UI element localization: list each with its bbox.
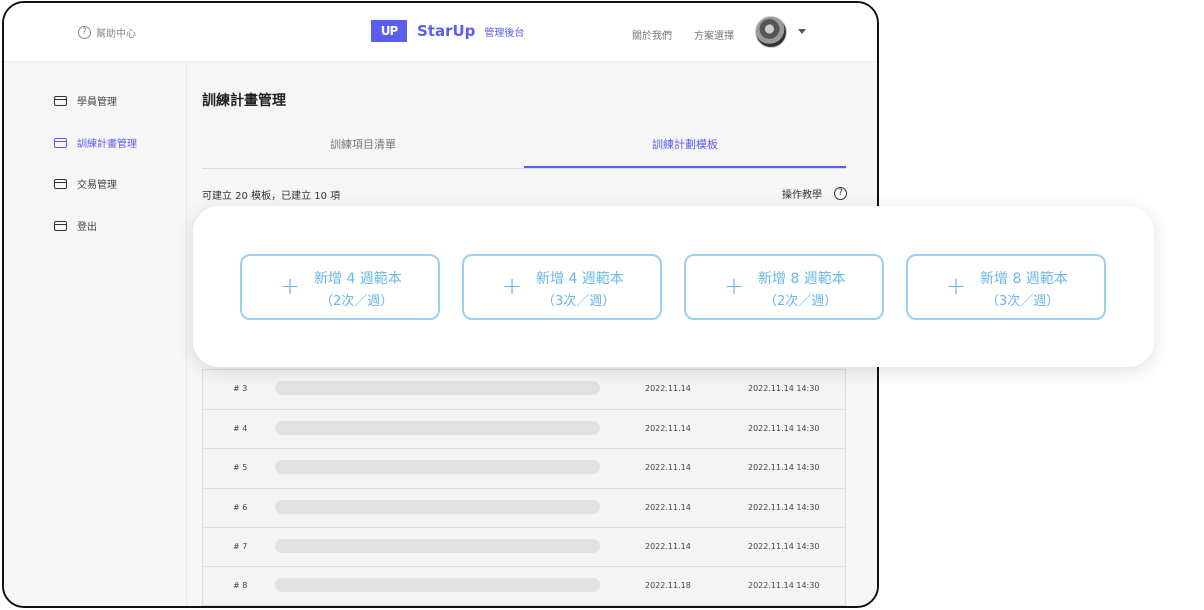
- add-4week-2x-template-button[interactable]: + 新增 4 週範本 （2次／週）: [240, 254, 440, 320]
- tab-bar: 訓練項目清單 訓練計劃模板: [202, 125, 846, 169]
- template-button-label: 新增 4 週範本: [314, 271, 402, 287]
- row-number: # 3: [233, 384, 248, 393]
- table-row[interactable]: # 3 2022.11.14 2022.11.14 14:30: [203, 370, 845, 409]
- plus-icon: +: [946, 272, 967, 300]
- row-title-placeholder: [275, 499, 600, 514]
- row-updated-date: 2022.11.14 14:30: [748, 384, 820, 393]
- nav-about[interactable]: 關於我們: [632, 27, 672, 42]
- row-number: # 7: [233, 541, 248, 551]
- avatar[interactable]: [755, 16, 787, 48]
- tab-training-items[interactable]: 訓練項目清單: [202, 125, 524, 168]
- tutorial-link[interactable]: 操作教學 ?: [782, 186, 847, 201]
- row-updated-date: 2022.11.14 14:30: [748, 502, 820, 512]
- row-created-date: 2022.11.14: [645, 502, 691, 512]
- plus-icon: +: [280, 272, 301, 300]
- template-button-label: 新增 4 週範本: [536, 271, 624, 287]
- help-icon: ?: [78, 26, 91, 39]
- table-row[interactable]: # 4 2022.11.14 2022.11.14 14:30: [203, 409, 845, 448]
- table-row[interactable]: # 8 2022.11.18 2022.11.14 14:30: [203, 565, 845, 605]
- template-button-label: 新增 8 週範本: [758, 271, 846, 287]
- top-nav: 關於我們 方案選擇: [632, 27, 734, 42]
- row-created-date: 2022.11.14: [645, 463, 691, 473]
- row-title-placeholder: [275, 381, 600, 395]
- plus-icon: +: [502, 272, 523, 300]
- row-title-placeholder: [275, 421, 600, 436]
- row-created-date: 2022.11.14: [645, 384, 691, 393]
- help-center-link[interactable]: ? 幫助中心: [78, 25, 136, 40]
- template-button-sublabel: （3次／週）: [542, 294, 616, 309]
- table-row[interactable]: # 6 2022.11.14 2022.11.14 14:30: [203, 487, 845, 527]
- sidebar: 學員管理 訓練計畫管理 交易管理 登出: [4, 63, 187, 606]
- template-button-sublabel: （3次／週）: [986, 294, 1060, 309]
- template-button-label: 新增 8 週範本: [980, 271, 1068, 287]
- row-title-placeholder: [275, 460, 600, 475]
- row-number: # 5: [233, 463, 248, 473]
- help-center-label: 幫助中心: [96, 29, 136, 40]
- tab-training-templates[interactable]: 訓練計劃模板: [524, 125, 846, 168]
- brand-name: StarUp: [417, 22, 476, 40]
- template-count: 可建立 20 模板，已建立 10 項: [202, 191, 341, 202]
- logo-icon: UP: [371, 20, 407, 42]
- row-created-date: 2022.11.14: [645, 424, 691, 434]
- row-created-date: 2022.11.14: [645, 541, 691, 551]
- sidebar-item-transactions[interactable]: 交易管理: [54, 176, 117, 191]
- template-table: # 3 2022.11.14 2022.11.14 14:30 # 4 2022…: [202, 369, 846, 606]
- tutorial-label: 操作教學: [782, 190, 822, 201]
- template-button-sublabel: （2次／週）: [764, 294, 838, 309]
- row-updated-date: 2022.11.14 14:30: [748, 424, 820, 434]
- card-icon: [54, 95, 67, 106]
- top-header: ? 幫助中心 UP StarUp 管理後台 關於我們 方案選擇: [4, 3, 877, 62]
- add-8week-3x-template-button[interactable]: + 新增 8 週範本 （3次／週）: [906, 254, 1106, 320]
- chevron-down-icon[interactable]: [798, 29, 806, 34]
- brand[interactable]: UP StarUp 管理後台: [371, 20, 524, 42]
- sidebar-item-label: 訓練計畫管理: [77, 139, 137, 150]
- table-row[interactable]: # 7 2022.11.14 2022.11.14 14:30: [203, 526, 845, 566]
- brand-subtitle: 管理後台: [484, 27, 525, 39]
- row-number: # 8: [233, 580, 248, 590]
- template-picker-card: + 新增 4 週範本 （2次／週） + 新增 4 週範本 （3次／週） + 新增…: [193, 206, 1154, 367]
- sidebar-item-label: 學員管理: [77, 97, 117, 108]
- row-title-placeholder: [275, 538, 600, 553]
- sidebar-item-logout[interactable]: 登出: [54, 218, 97, 233]
- row-updated-date: 2022.11.14 14:30: [748, 463, 820, 473]
- sidebar-item-training-plans[interactable]: 訓練計畫管理: [54, 135, 137, 150]
- sidebar-item-label: 交易管理: [77, 180, 117, 191]
- row-title-placeholder: [275, 577, 600, 592]
- nav-plans[interactable]: 方案選擇: [694, 27, 734, 42]
- add-8week-2x-template-button[interactable]: + 新增 8 週範本 （2次／週）: [684, 254, 884, 320]
- help-icon: ?: [834, 187, 847, 200]
- row-number: # 6: [233, 502, 248, 512]
- card-icon: [54, 220, 67, 231]
- table-row[interactable]: # 5 2022.11.14 2022.11.14 14:30: [203, 448, 845, 487]
- page-title: 訓練計畫管理: [202, 93, 286, 109]
- card-icon: [54, 137, 67, 148]
- row-updated-date: 2022.11.14 14:30: [748, 541, 820, 551]
- row-number: # 4: [233, 424, 248, 434]
- add-4week-3x-template-button[interactable]: + 新增 4 週範本 （3次／週）: [462, 254, 662, 320]
- sidebar-item-label: 登出: [77, 222, 97, 233]
- row-updated-date: 2022.11.14 14:30: [748, 580, 820, 590]
- plus-icon: +: [724, 272, 745, 300]
- sidebar-item-students[interactable]: 學員管理: [54, 93, 117, 108]
- card-icon: [54, 178, 67, 189]
- row-created-date: 2022.11.18: [645, 580, 691, 590]
- template-button-sublabel: （2次／週）: [320, 294, 394, 309]
